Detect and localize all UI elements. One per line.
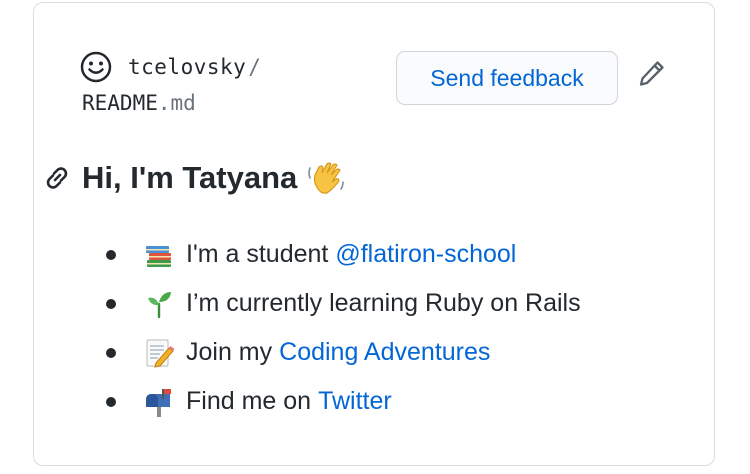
list-item: Join my Coding Adventures [100,328,581,377]
repo-owner-path: tcelovsky/ [128,55,261,79]
list-item-text: I'm a student [186,240,329,268]
heading-text: Hi, I'm Tatyana [82,160,298,195]
twitter-link[interactable]: Twitter [318,387,392,416]
path-separator: / [248,55,262,79]
intro-list: I'm a student @flatiron-school I’m curre… [100,230,581,426]
list-item: I'm a student @flatiron-school [100,230,581,279]
list-item-text: I’m currently learning Ruby on Rails [186,289,581,317]
pencil-icon[interactable] [636,57,668,89]
file-name: README [82,91,158,115]
bullet [106,396,116,407]
list-item: I’m currently learning Ruby on Rails [100,279,581,328]
coding-adventures-link[interactable]: Coding Adventures [279,338,490,367]
readme-file-path: README.md [82,91,196,115]
books-icon [146,245,171,267]
memo-icon [146,339,175,368]
repo-owner-link[interactable]: tcelovsky [128,55,246,79]
file-extension: .md [157,91,196,115]
list-item: Find me on Twitter [100,377,581,426]
readme-heading: Hi, I'm Tatyana [42,153,349,203]
mailbox-icon [146,388,171,417]
seedling-icon [148,291,171,318]
anchor-link-icon[interactable] [42,163,72,193]
list-item-text: Find me on [186,387,312,415]
list-item-text: Join my [186,338,273,366]
bullet [106,298,116,309]
waving-hand-icon [308,162,345,194]
smiley-icon [80,51,112,83]
send-feedback-button[interactable]: Send feedback [396,51,618,105]
flatiron-school-link[interactable]: @flatiron-school [335,240,516,269]
bullet [106,249,116,260]
bullet [106,347,116,358]
